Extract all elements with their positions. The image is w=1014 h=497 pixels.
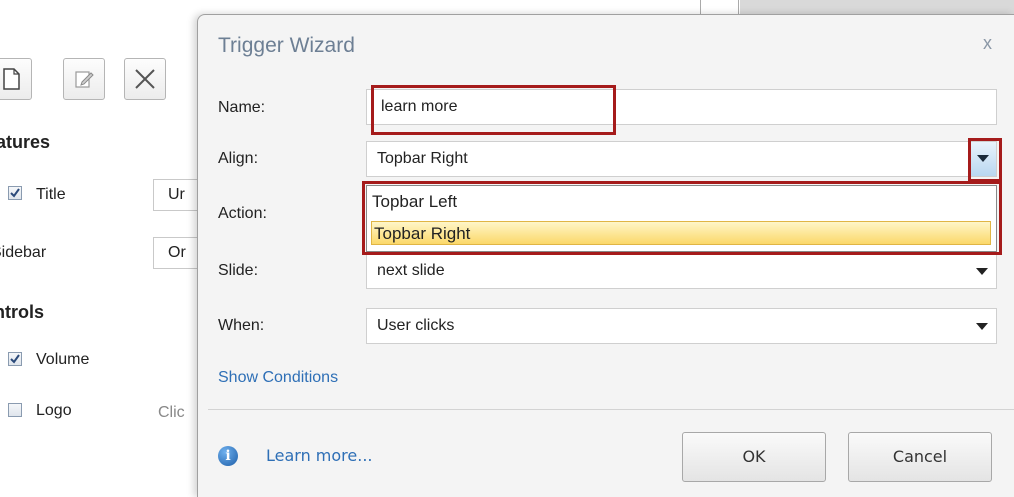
volume-checkbox[interactable] bbox=[8, 352, 22, 366]
delete-button[interactable] bbox=[124, 58, 166, 100]
info-icon: i bbox=[218, 446, 238, 466]
background-divider bbox=[738, 0, 739, 14]
close-icon[interactable]: x bbox=[983, 33, 992, 54]
name-label: Name: bbox=[218, 99, 266, 116]
delete-icon bbox=[135, 69, 155, 89]
title-label: Title bbox=[36, 186, 66, 203]
align-select-value: Topbar Right bbox=[377, 150, 468, 167]
align-dropdown-button[interactable] bbox=[969, 142, 996, 176]
align-label: Align: bbox=[218, 150, 259, 167]
when-label: When: bbox=[218, 317, 265, 334]
footer-divider bbox=[208, 409, 1014, 410]
section-heading-controls: ntrols bbox=[0, 302, 45, 322]
logo-hint: Clic bbox=[158, 404, 185, 421]
new-button[interactable] bbox=[0, 58, 32, 100]
align-option-topbar-left[interactable]: Topbar Left bbox=[372, 192, 457, 212]
volume-label: Volume bbox=[36, 351, 90, 368]
align-option-topbar-right[interactable]: Topbar Right bbox=[371, 221, 991, 245]
name-input[interactable]: learn more bbox=[366, 89, 997, 125]
logo-label: Logo bbox=[36, 402, 72, 419]
align-dropdown-list: Topbar Left Topbar Right bbox=[366, 185, 997, 252]
action-label: Action: bbox=[218, 205, 267, 222]
dialog-title: Trigger Wizard bbox=[218, 34, 355, 57]
slide-label: Slide: bbox=[218, 262, 259, 279]
chevron-down-icon bbox=[976, 268, 988, 275]
checkmark-icon bbox=[10, 354, 20, 364]
edit-icon bbox=[75, 71, 94, 88]
background-divider bbox=[700, 0, 701, 14]
chevron-down-icon bbox=[977, 155, 989, 162]
background-properties-panel: atures Title Ur Sidebar Or ntrols Volume… bbox=[0, 0, 215, 497]
trigger-wizard-dialog: Trigger Wizard x Name: learn more Align:… bbox=[197, 14, 1014, 497]
ok-button[interactable]: OK bbox=[682, 432, 826, 482]
when-select[interactable]: User clicks bbox=[366, 308, 997, 344]
when-select-value: User clicks bbox=[377, 317, 455, 334]
background-toolbar-strip bbox=[740, 0, 1014, 14]
section-heading-features: atures bbox=[0, 132, 51, 152]
sidebar-label: Sidebar bbox=[0, 244, 47, 261]
align-select[interactable]: Topbar Right bbox=[366, 141, 997, 177]
slide-select[interactable]: next slide bbox=[366, 253, 997, 289]
slide-select-value: next slide bbox=[377, 262, 445, 279]
checkmark-icon bbox=[10, 188, 20, 198]
learn-more-link[interactable]: Learn more... bbox=[266, 446, 373, 465]
edit-button[interactable] bbox=[63, 58, 105, 100]
chevron-down-icon bbox=[976, 323, 988, 330]
cancel-button[interactable]: Cancel bbox=[848, 432, 992, 482]
new-icon bbox=[3, 68, 20, 90]
show-conditions-link[interactable]: Show Conditions bbox=[218, 369, 338, 387]
logo-checkbox[interactable] bbox=[8, 403, 22, 417]
title-checkbox[interactable] bbox=[8, 186, 22, 200]
